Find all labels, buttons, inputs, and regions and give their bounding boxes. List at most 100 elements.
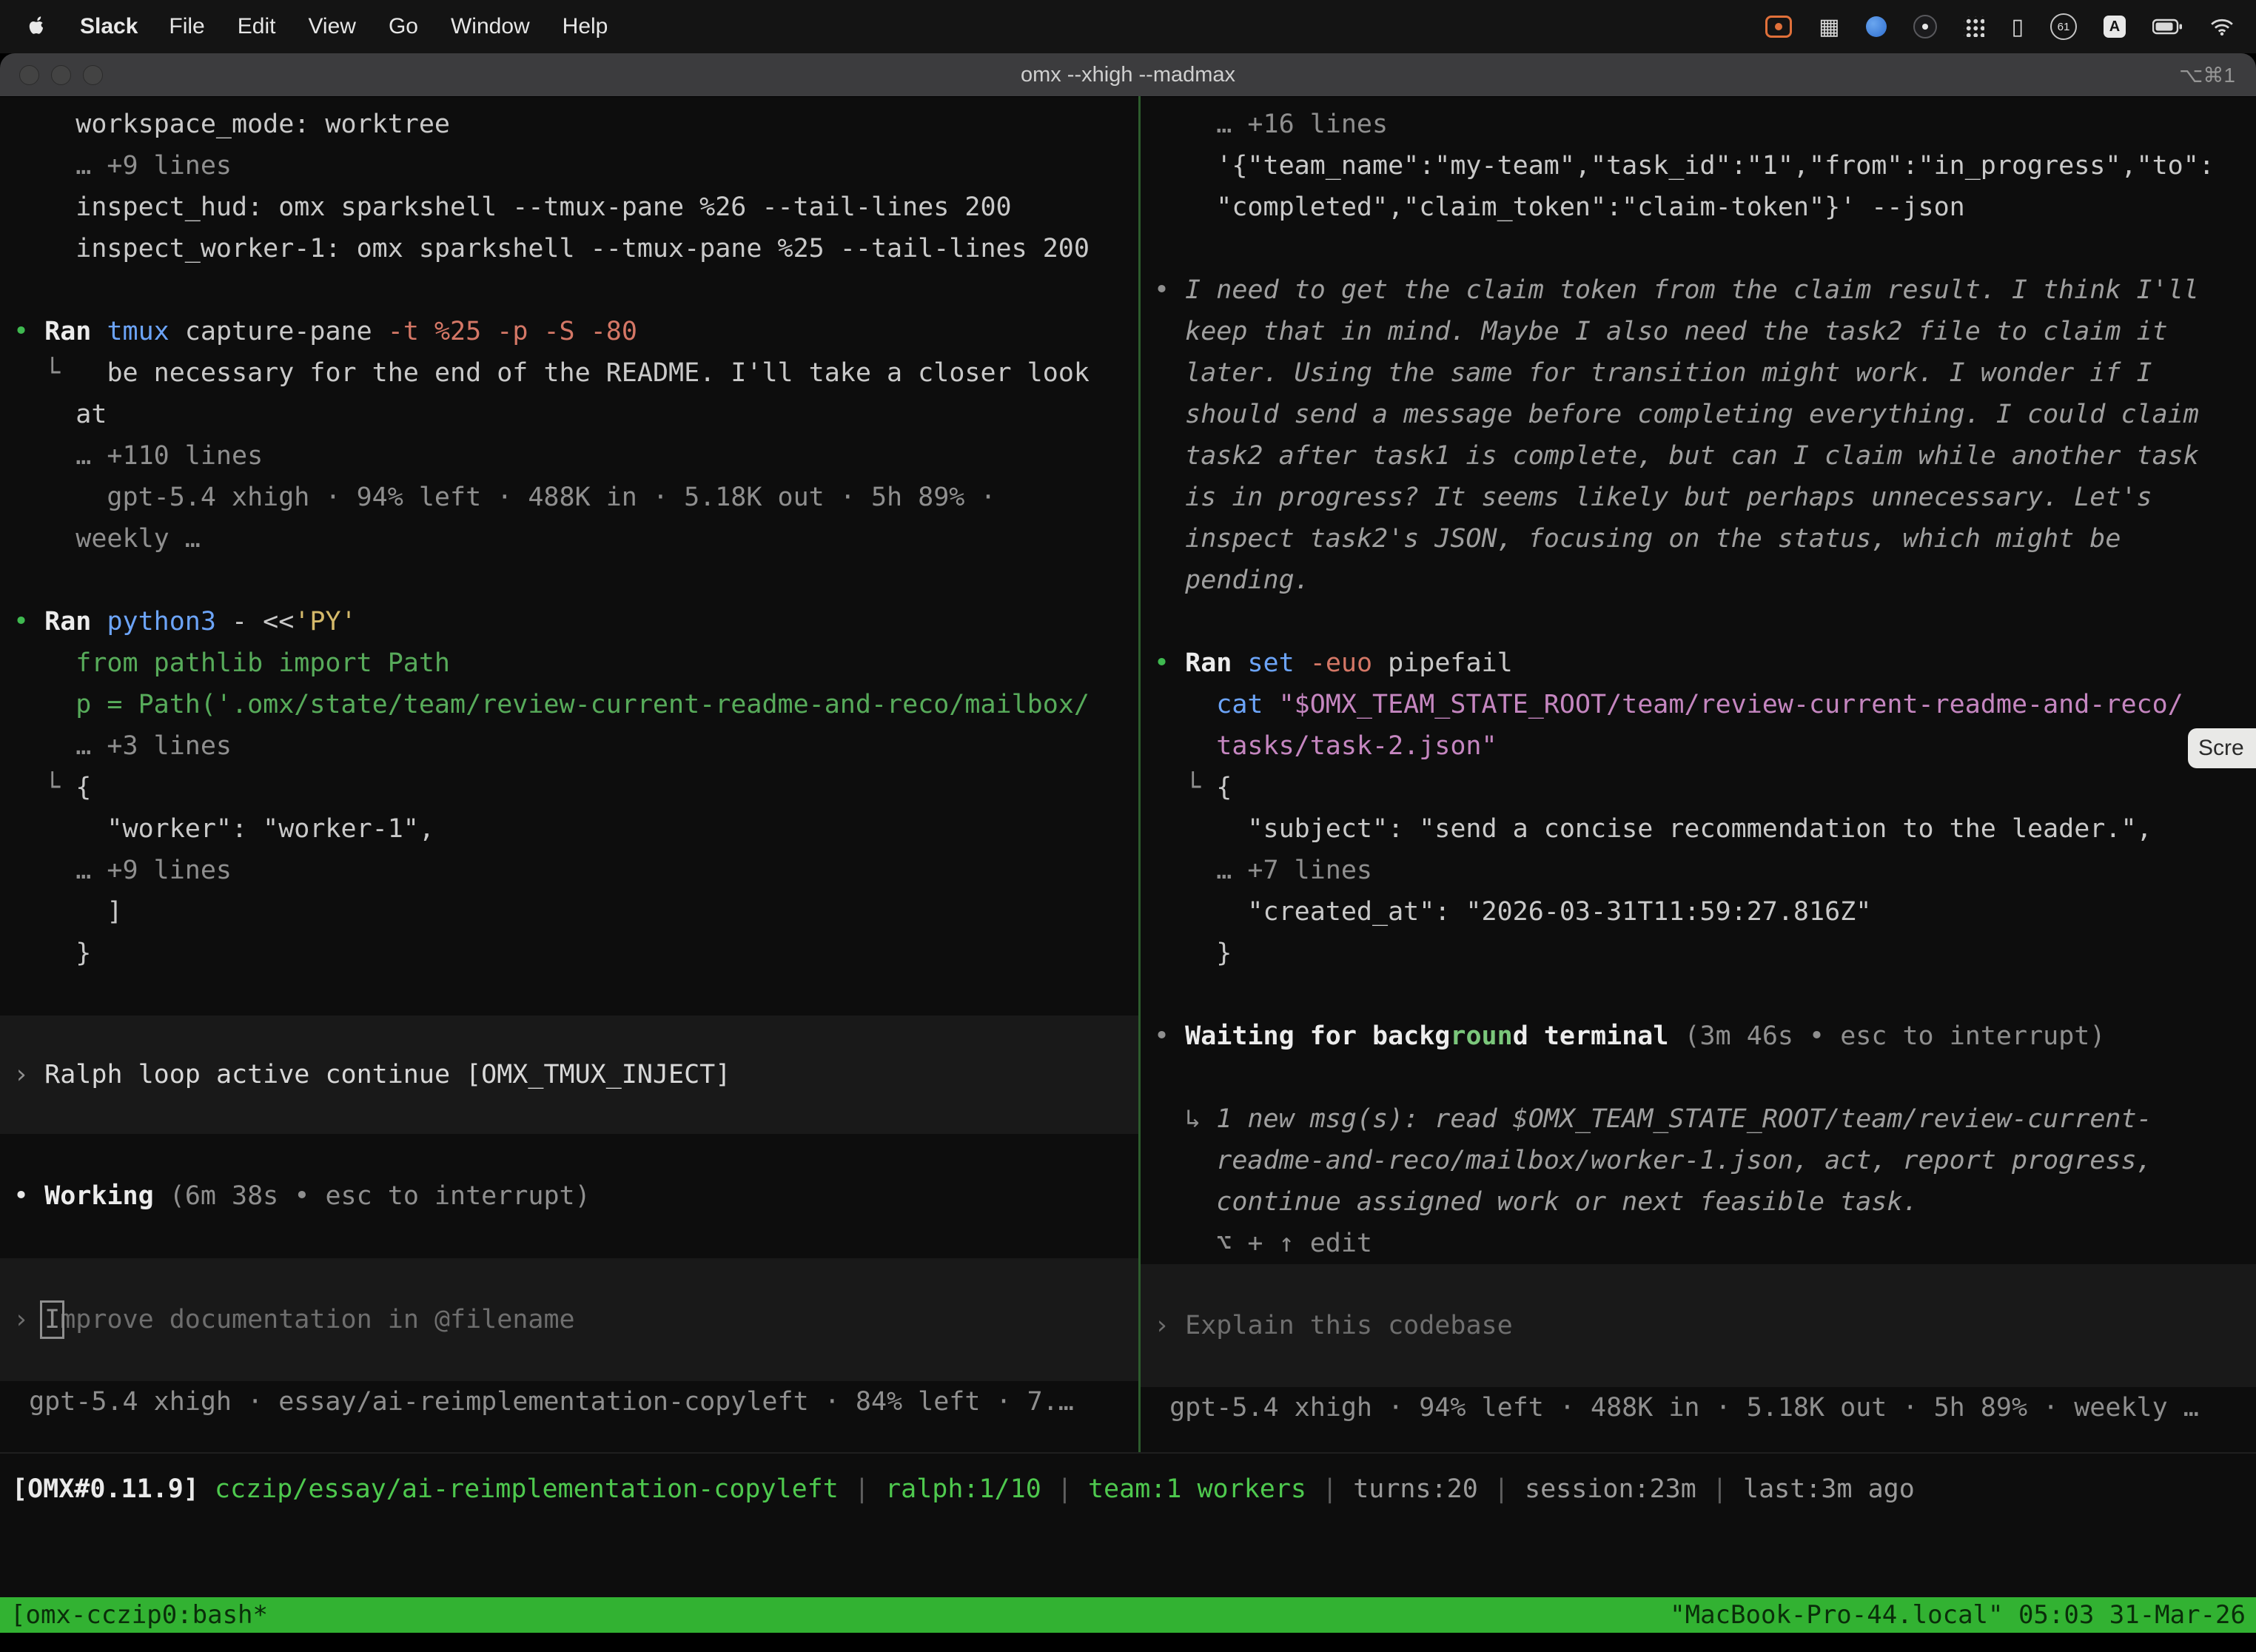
text-segment: ⌥ + ↑ edit — [1216, 1229, 1372, 1258]
menu-edit[interactable]: Edit — [238, 14, 276, 39]
text-segment: d terminal — [1513, 1021, 1669, 1051]
terminal-line: tasks/task-2.json" — [1141, 725, 2256, 767]
blue-app-icon[interactable] — [1866, 16, 1887, 37]
wifi-icon[interactable] — [2210, 17, 2234, 36]
screen-recording-icon[interactable] — [1765, 16, 1792, 38]
terminal-line: … +3 lines — [0, 725, 1138, 767]
text-segment: is in progress? It seems likely but perh… — [1185, 483, 2152, 512]
menu-app-name[interactable]: Slack — [80, 14, 138, 39]
phone-icon[interactable]: ▯ — [2011, 14, 2024, 40]
terminal-line: • Ran python3 - <<'PY' — [0, 601, 1138, 642]
blank-line — [1141, 601, 2256, 642]
terminal-line: workspace_mode: worktree — [0, 104, 1138, 145]
battery-icon[interactable] — [2152, 18, 2183, 36]
stats-badge-icon-label: 61 — [2058, 21, 2070, 33]
terminal-line: • Working (6m 38s • esc to interrupt) — [0, 1175, 1138, 1217]
ralph-loop-status: › Ralph loop active continue [OMX_TMUX_I… — [0, 1015, 1138, 1134]
text-segment: 'PY' — [294, 607, 356, 637]
text-segment: capture-pane — [169, 317, 388, 346]
text-segment: p = Path('.omx/state/team/review-current… — [75, 690, 1090, 719]
menu-help[interactable]: Help — [563, 14, 608, 39]
text-segment: I — [44, 1305, 60, 1334]
text-segment: { — [75, 773, 91, 802]
text-segment — [1232, 648, 1247, 678]
text-segment: Ran — [44, 317, 91, 346]
text-segment: I need to get the claim token from the c… — [1185, 275, 2199, 305]
zoom-button[interactable] — [83, 65, 103, 85]
text-segment: "subject": "send a concise recommendatio… — [1247, 814, 2152, 844]
minimize-button[interactable] — [51, 65, 71, 85]
text-segment: set — [1247, 648, 1294, 678]
apple-menu-icon[interactable] — [27, 14, 49, 39]
last-activity: last:3m ago — [1743, 1474, 1915, 1504]
turns-counter: turns:20 — [1353, 1474, 1478, 1504]
status-separator: | — [1696, 1474, 1743, 1504]
text-segment: -t %25 -p -S -80 — [388, 317, 637, 346]
tmux-status-bar: [omx-cczip0:bash* "MacBook-Pro-44.local"… — [0, 1597, 2256, 1633]
input-source-icon-label: A — [2109, 19, 2120, 36]
text-segment: pending. — [1185, 565, 1310, 595]
text-segment — [29, 317, 44, 346]
text-segment: gpt-5.4 xhigh · 94% left · 488K in · 5.1… — [107, 483, 996, 512]
keyboard-icon[interactable]: ▦ — [1819, 14, 1839, 40]
text-segment — [1668, 1021, 1684, 1051]
text-segment: ↳ — [1185, 1104, 1216, 1134]
terminal-line: readme-and-reco/mailbox/worker-1.json, a… — [1141, 1140, 2256, 1181]
text-segment — [1295, 648, 1310, 678]
terminal-line: continue assigned work or next feasible … — [1141, 1181, 2256, 1223]
text-segment: • — [13, 317, 29, 346]
terminal-line: └ be necessary for the end of the README… — [0, 352, 1138, 394]
blank-line — [0, 1217, 1138, 1258]
text-segment: Ran — [44, 607, 91, 637]
text-segment: … +110 lines — [75, 441, 263, 471]
window-titlebar[interactable]: omx --xhigh --madmax ⌥⌘1 — [0, 53, 2256, 97]
stats-badge-icon[interactable]: 61 — [2050, 13, 2077, 40]
terminal-line: ↳ 1 new msg(s): read $OMX_TEAM_STATE_ROO… — [1141, 1098, 2256, 1140]
text-segment: } — [75, 939, 91, 968]
text-segment: gpt-5.4 xhigh · 94% left · 488K in · 5.1… — [1169, 1393, 2199, 1423]
terminal-line: cat "$OMX_TEAM_STATE_ROOT/team/review-cu… — [1141, 684, 2256, 725]
text-segment: tasks/task-2.json" — [1216, 731, 1497, 761]
right-pane[interactable]: … +16 lines'{"team_name":"my-team","task… — [1141, 96, 2256, 1452]
menu-go[interactable]: Go — [389, 14, 418, 39]
text-segment: (6m 38s • esc to interrupt) — [169, 1181, 591, 1211]
text-segment: › — [13, 1060, 44, 1089]
text-segment — [91, 317, 107, 346]
screenshot-overlay-button[interactable]: Scre — [2188, 728, 2256, 768]
text-segment: task2 after task1 is complete, but can I… — [1185, 441, 2199, 471]
dark-app-icon[interactable] — [1913, 15, 1937, 38]
terminal-line: └ { — [0, 767, 1138, 808]
terminal-line: … +110 lines — [0, 435, 1138, 477]
team-workers: team:1 workers — [1088, 1474, 1306, 1504]
menu-view[interactable]: View — [308, 14, 355, 39]
text-segment: '{"team_name":"my-team","task_id":"1","f… — [1216, 151, 2215, 181]
prompt-input-left[interactable]: › Improve documentation in @filename — [0, 1258, 1138, 1381]
text-segment: … +9 lines — [75, 856, 232, 885]
input-source-icon[interactable]: A — [2104, 16, 2126, 38]
terminal-line: inspect_worker-1: omx sparkshell --tmux-… — [0, 228, 1138, 269]
terminal-line: later. Using the same for transition mig… — [1141, 352, 2256, 394]
left-pane[interactable]: workspace_mode: worktree … +9 lines inspec… — [0, 96, 1138, 1452]
omx-version: [OMX#0.11.9] — [12, 1474, 199, 1504]
text-segment: cat — [1216, 690, 1278, 719]
text-segment: Waiting for backg — [1185, 1021, 1450, 1051]
blank-line — [0, 560, 1138, 601]
dots-grid-icon[interactable] — [1964, 16, 1984, 37]
text-segment: workspace_mode: worktree — [75, 110, 450, 139]
close-button[interactable] — [19, 65, 39, 85]
menu-bar-left: Slack File Edit View Go Window Help — [0, 14, 608, 39]
menu-window[interactable]: Window — [451, 14, 530, 39]
terminal-line: from pathlib import Path — [0, 642, 1138, 684]
terminal-window: omx --xhigh --madmax ⌥⌘1 workspace_mode:… — [0, 53, 2256, 1652]
text-segment: Ran — [1185, 648, 1232, 678]
terminal-line: inspect_hud: omx sparkshell --tmux-pane … — [0, 187, 1138, 228]
text-segment: python3 — [107, 607, 216, 637]
prompt-input-right[interactable]: › Explain this codebase — [1141, 1264, 2256, 1387]
text-segment: pipefail — [1388, 648, 1513, 678]
text-segment: • — [13, 607, 29, 637]
window-shortcut-hint: ⌥⌘1 — [2179, 63, 2235, 87]
terminal-line: • Ran tmux capture-pane -t %25 -p -S -80 — [0, 311, 1138, 352]
text-segment: "worker": "worker-1", — [107, 814, 434, 844]
blank-line — [0, 269, 1138, 311]
menu-file[interactable]: File — [169, 14, 204, 39]
